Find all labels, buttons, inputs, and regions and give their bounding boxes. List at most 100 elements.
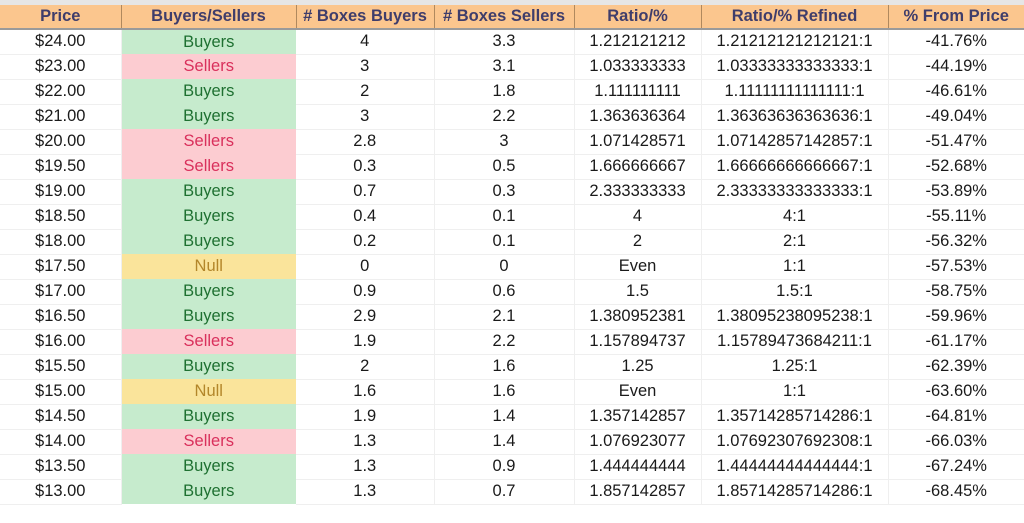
cell-boxes-buyers[interactable]: 0.4 <box>296 204 435 230</box>
cell-pct-from-price[interactable]: -63.60% <box>888 379 1024 405</box>
cell-buyers-sellers[interactable]: Buyers <box>121 104 296 129</box>
cell-buyers-sellers[interactable]: Null <box>121 254 296 279</box>
cell-boxes-sellers[interactable]: 1.8 <box>434 79 575 105</box>
column-header-ratio-refined[interactable]: Ratio/% Refined <box>701 5 889 30</box>
cell-boxes-buyers[interactable]: 0.7 <box>296 179 435 205</box>
cell-buyers-sellers[interactable]: Buyers <box>121 29 296 54</box>
cell-boxes-sellers[interactable]: 0.6 <box>434 279 575 305</box>
cell-buyers-sellers[interactable]: Sellers <box>121 329 296 354</box>
cell-ratio[interactable]: 1.357142857 <box>574 404 702 430</box>
cell-ratio-refined[interactable]: 4:1 <box>701 204 889 230</box>
column-header-pct-from-price[interactable]: % From Price <box>888 5 1024 30</box>
table-row[interactable]: $17.50 Null 0 0 Even 1:1 -57.53% <box>0 254 1024 280</box>
table-row[interactable]: $15.00 Null 1.6 1.6 Even 1:1 -63.60% <box>0 379 1024 405</box>
cell-pct-from-price[interactable]: -51.47% <box>888 129 1024 155</box>
cell-pct-from-price[interactable]: -55.11% <box>888 204 1024 230</box>
cell-boxes-sellers[interactable]: 1.6 <box>434 379 575 405</box>
cell-buyers-sellers[interactable]: Buyers <box>121 479 296 504</box>
cell-boxes-buyers[interactable]: 3 <box>296 104 435 130</box>
cell-boxes-sellers[interactable]: 0.3 <box>434 179 575 205</box>
cell-boxes-sellers[interactable]: 2.2 <box>434 104 575 130</box>
cell-ratio-refined[interactable]: 1.35714285714286:1 <box>701 404 889 430</box>
cell-boxes-sellers[interactable]: 0 <box>434 254 575 280</box>
cell-price[interactable]: $17.00 <box>0 279 122 305</box>
cell-ratio-refined[interactable]: 2:1 <box>701 229 889 255</box>
cell-ratio-refined[interactable]: 1.25:1 <box>701 354 889 380</box>
cell-ratio-refined[interactable]: 1.66666666666667:1 <box>701 154 889 180</box>
cell-boxes-buyers[interactable]: 0.3 <box>296 154 435 180</box>
cell-boxes-buyers[interactable]: 2.8 <box>296 129 435 155</box>
column-header-boxes-sellers[interactable]: # Boxes Sellers <box>434 5 575 30</box>
table-row[interactable]: $16.00 Sellers 1.9 2.2 1.157894737 1.15789473… <box>0 329 1024 355</box>
cell-boxes-buyers[interactable]: 3 <box>296 54 435 80</box>
cell-buyers-sellers[interactable]: Sellers <box>121 54 296 79</box>
cell-boxes-sellers[interactable]: 0.1 <box>434 204 575 230</box>
cell-pct-from-price[interactable]: -49.04% <box>888 104 1024 130</box>
cell-price[interactable]: $13.00 <box>0 479 122 505</box>
cell-boxes-sellers[interactable]: 0.1 <box>434 229 575 255</box>
cell-boxes-buyers[interactable]: 1.3 <box>296 479 435 505</box>
cell-boxes-buyers[interactable]: 4 <box>296 29 435 55</box>
cell-price[interactable]: $15.00 <box>0 379 122 405</box>
cell-buyers-sellers[interactable]: Buyers <box>121 179 296 204</box>
table-row[interactable]: $20.00 Sellers 2.8 3 1.071428571 1.0714285714… <box>0 129 1024 155</box>
table-row[interactable]: $14.00 Sellers 1.3 1.4 1.076923077 1.07692307… <box>0 429 1024 455</box>
cell-ratio[interactable]: Even <box>574 379 702 405</box>
cell-buyers-sellers[interactable]: Sellers <box>121 429 296 454</box>
cell-boxes-buyers[interactable]: 1.9 <box>296 404 435 430</box>
cell-buyers-sellers[interactable]: Buyers <box>121 404 296 429</box>
cell-price[interactable]: $13.50 <box>0 454 122 480</box>
cell-pct-from-price[interactable]: -68.45% <box>888 479 1024 505</box>
cell-price[interactable]: $21.00 <box>0 104 122 130</box>
table-row[interactable]: $23.00 Sellers 3 3.1 1.033333333 1.0333333333… <box>0 54 1024 80</box>
cell-buyers-sellers[interactable]: Buyers <box>121 79 296 104</box>
cell-pct-from-price[interactable]: -52.68% <box>888 154 1024 180</box>
cell-ratio[interactable]: 1.212121212 <box>574 29 702 55</box>
cell-pct-from-price[interactable]: -62.39% <box>888 354 1024 380</box>
cell-ratio-refined[interactable]: 1.5:1 <box>701 279 889 305</box>
cell-pct-from-price[interactable]: -44.19% <box>888 54 1024 80</box>
cell-price[interactable]: $22.00 <box>0 79 122 105</box>
cell-boxes-sellers[interactable]: 2.2 <box>434 329 575 355</box>
cell-price[interactable]: $18.50 <box>0 204 122 230</box>
cell-ratio[interactable]: 1.857142857 <box>574 479 702 505</box>
cell-buyers-sellers[interactable]: Buyers <box>121 454 296 479</box>
cell-boxes-buyers[interactable]: 0.2 <box>296 229 435 255</box>
cell-boxes-sellers[interactable]: 0.5 <box>434 154 575 180</box>
cell-boxes-sellers[interactable]: 1.4 <box>434 404 575 430</box>
cell-ratio[interactable]: 1.25 <box>574 354 702 380</box>
cell-boxes-buyers[interactable]: 0.9 <box>296 279 435 305</box>
cell-price[interactable]: $14.00 <box>0 429 122 455</box>
cell-pct-from-price[interactable]: -58.75% <box>888 279 1024 305</box>
cell-price[interactable]: $14.50 <box>0 404 122 430</box>
table-row[interactable]: $13.50 Buyers 1.3 0.9 1.444444444 1.444444444… <box>0 454 1024 480</box>
cell-pct-from-price[interactable]: -61.17% <box>888 329 1024 355</box>
cell-ratio[interactable]: 1.157894737 <box>574 329 702 355</box>
cell-price[interactable]: $17.50 <box>0 254 122 280</box>
cell-pct-from-price[interactable]: -41.76% <box>888 29 1024 55</box>
cell-pct-from-price[interactable]: -56.32% <box>888 229 1024 255</box>
cell-ratio[interactable]: 1.076923077 <box>574 429 702 455</box>
cell-pct-from-price[interactable]: -57.53% <box>888 254 1024 280</box>
cell-ratio-refined[interactable]: 1.21212121212121:1 <box>701 29 889 55</box>
cell-boxes-buyers[interactable]: 2 <box>296 354 435 380</box>
cell-ratio[interactable]: 1.033333333 <box>574 54 702 80</box>
cell-boxes-buyers[interactable]: 1.3 <box>296 429 435 455</box>
cell-price[interactable]: $15.50 <box>0 354 122 380</box>
table-row[interactable]: $16.50 Buyers 2.9 2.1 1.380952381 1.380952380… <box>0 304 1024 330</box>
column-header-price[interactable]: Price <box>0 5 122 30</box>
cell-buyers-sellers[interactable]: Null <box>121 379 296 404</box>
cell-buyers-sellers[interactable]: Buyers <box>121 354 296 379</box>
column-header-buyers-sellers[interactable]: Buyers/Sellers <box>121 5 297 30</box>
cell-pct-from-price[interactable]: -59.96% <box>888 304 1024 330</box>
cell-ratio[interactable]: 1.666666667 <box>574 154 702 180</box>
table-row[interactable]: $15.50 Buyers 2 1.6 1.25 1.25:1 -62.39% <box>0 354 1024 380</box>
cell-buyers-sellers[interactable]: Buyers <box>121 304 296 329</box>
cell-pct-from-price[interactable]: -67.24% <box>888 454 1024 480</box>
column-header-boxes-buyers[interactable]: # Boxes Buyers <box>296 5 435 30</box>
cell-boxes-sellers[interactable]: 0.9 <box>434 454 575 480</box>
table-row[interactable]: $18.00 Buyers 0.2 0.1 2 2:1 -56.32% <box>0 229 1024 255</box>
cell-price[interactable]: $24.00 <box>0 29 122 55</box>
cell-pct-from-price[interactable]: -66.03% <box>888 429 1024 455</box>
cell-ratio[interactable]: 1.380952381 <box>574 304 702 330</box>
